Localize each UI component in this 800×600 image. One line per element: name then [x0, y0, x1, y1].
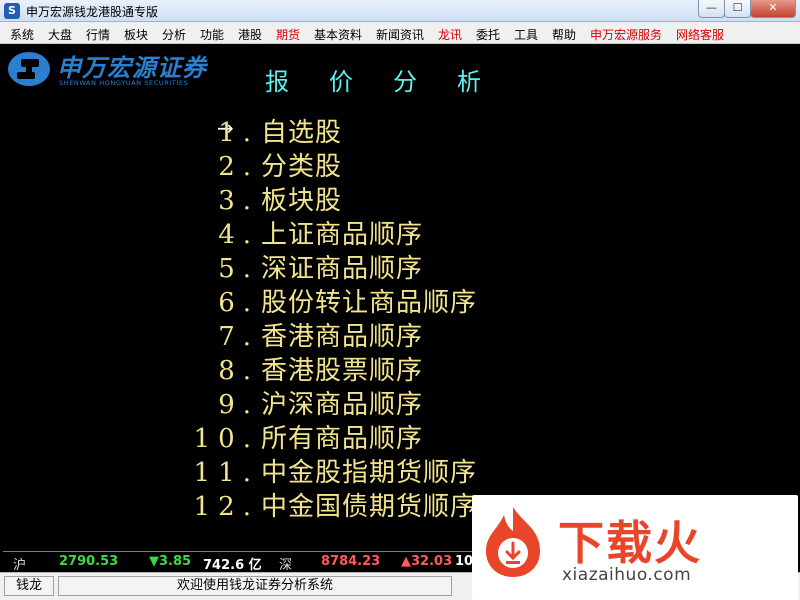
close-button[interactable]: ✕	[750, 0, 796, 18]
quote-analysis-screen: 申万宏源证券 SHENWAN HONGYUAN SECURITIES 报价分析 …	[3, 44, 796, 550]
shenzhen-index-change: ▲32.03	[401, 554, 453, 569]
option-2[interactable]: 2.分类股	[163, 146, 342, 183]
menu-functions[interactable]: 功能	[200, 26, 224, 43]
logo-name-en: SHENWAN HONGYUAN SECURITIES	[59, 79, 189, 87]
option-label: 板块股	[261, 186, 343, 216]
option-3[interactable]: 3.板块股	[163, 180, 342, 217]
menu-tools[interactable]: 工具	[514, 26, 538, 43]
title-bar: S 申万宏源钱龙港股通专版 — ☐ ✕	[0, 0, 800, 22]
option-label: 自选股	[261, 118, 343, 148]
option-number: 6.	[218, 288, 259, 318]
shanghai-turnover: 742.6 亿	[203, 558, 262, 573]
menu-online-support[interactable]: 网络客服	[676, 26, 724, 43]
watermark-url: xiazaihuo.com	[562, 565, 692, 585]
menu-swhy-service[interactable]: 申万宏源服务	[590, 26, 662, 43]
shenzhen-index-value: 8784.23	[321, 554, 381, 569]
menu-analysis[interactable]: 分析	[162, 26, 186, 43]
menu-trade[interactable]: 委托	[476, 26, 500, 43]
option-label: 香港股票顺序	[261, 356, 424, 386]
menu-bar: 系统 大盘 行情 板块 分析 功能 港股 期货 基本资料 新闻资讯 龙讯 委托 …	[0, 22, 800, 44]
broker-logo: 申万宏源证券 SHENWAN HONGYUAN SECURITIES	[7, 50, 212, 90]
status-message: 欢迎使用钱龙证券分析系统	[58, 576, 452, 596]
option-label: 股份转让商品顺序	[261, 288, 478, 318]
option-label: 香港商品顺序	[261, 322, 424, 352]
option-10[interactable]: 10.所有商品顺序	[163, 418, 423, 455]
option-label: 所有商品顺序	[261, 424, 424, 454]
option-number: 10.	[193, 424, 259, 454]
maximize-button[interactable]: ☐	[724, 0, 751, 18]
option-12[interactable]: 12.中金国债期货顺序	[163, 486, 477, 523]
option-number: 5.	[218, 254, 259, 284]
window-title: 申万宏源钱龙港股通专版	[26, 5, 159, 19]
menu-news[interactable]: 新闻资讯	[376, 26, 424, 43]
option-label: 沪深商品顺序	[261, 390, 424, 420]
option-4[interactable]: 4.上证商品顺序	[163, 214, 423, 251]
option-number: 4.	[218, 220, 259, 250]
app-icon: S	[4, 3, 20, 19]
menu-futures[interactable]: 期货	[276, 26, 300, 43]
status-user: 钱龙	[4, 576, 54, 596]
option-number: 2.	[218, 152, 259, 182]
download-flame-icon	[486, 507, 540, 577]
minimize-button[interactable]: —	[698, 0, 725, 18]
option-number: 3.	[218, 186, 259, 216]
shanghai-index-change: ▼3.85	[149, 554, 192, 569]
watermark-brand: 下载火	[558, 516, 702, 570]
option-9[interactable]: 9.沪深商品顺序	[163, 384, 423, 421]
option-5[interactable]: 5.深证商品顺序	[163, 248, 423, 285]
menu-basic-info[interactable]: 基本资料	[314, 26, 362, 43]
option-8[interactable]: 8.香港股票顺序	[163, 350, 423, 387]
option-label: 中金股指期货顺序	[261, 458, 478, 488]
menu-quotes[interactable]: 行情	[86, 26, 110, 43]
watermark-banner: 下载火 xiazaihuo.com	[472, 495, 798, 600]
menu-help[interactable]: 帮助	[552, 26, 576, 43]
option-label: 深证商品顺序	[261, 254, 424, 284]
menu-hk-stocks[interactable]: 港股	[238, 26, 262, 43]
option-label: 分类股	[261, 152, 343, 182]
shanghai-label: 沪	[13, 558, 27, 573]
menu-market[interactable]: 大盘	[48, 26, 72, 43]
option-7[interactable]: 7.香港商品顺序	[163, 316, 423, 353]
menu-longxun[interactable]: 龙讯	[438, 26, 462, 43]
option-label: 中金国债期货顺序	[261, 492, 478, 522]
option-number: 1.	[218, 118, 259, 148]
option-1[interactable]: 1.自选股	[163, 112, 342, 149]
option-number: 9.	[218, 390, 259, 420]
option-number: 7.	[218, 322, 259, 352]
menu-sectors[interactable]: 板块	[124, 26, 148, 43]
screen-title: 报价分析	[265, 68, 521, 96]
shanghai-index-value: 2790.53	[59, 554, 119, 569]
option-number: 8.	[218, 356, 259, 386]
option-6[interactable]: 6.股份转让商品顺序	[163, 282, 477, 319]
option-number: 11.	[193, 458, 259, 488]
shenzhen-label: 深	[279, 558, 293, 573]
option-number: 12.	[193, 492, 259, 522]
logo-name-cn: 申万宏源证券	[57, 54, 207, 82]
option-label: 上证商品顺序	[261, 220, 424, 250]
logo-mark-icon	[8, 52, 50, 86]
menu-system[interactable]: 系统	[10, 26, 34, 43]
option-11[interactable]: 11.中金股指期货顺序	[163, 452, 477, 489]
